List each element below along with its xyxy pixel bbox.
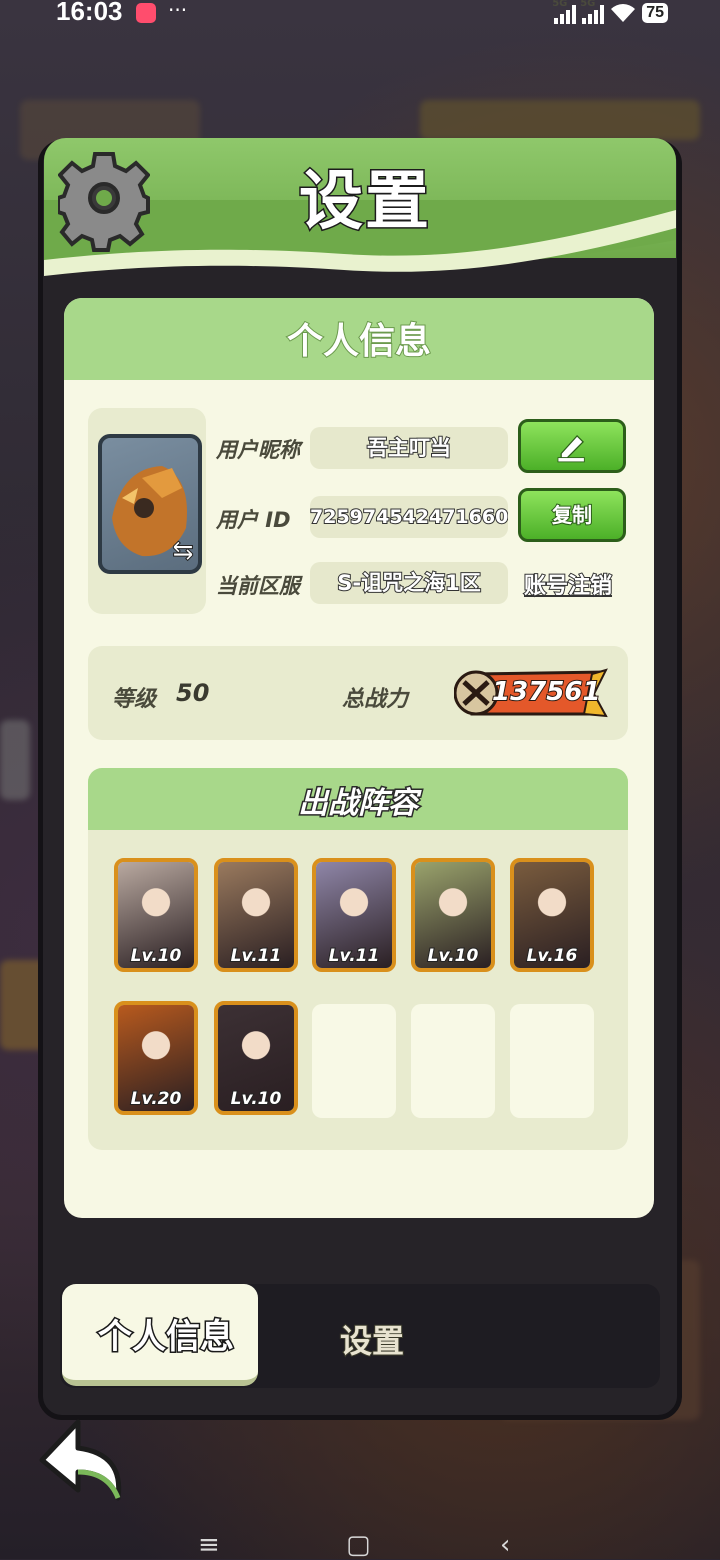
system-nav-bar: ≡ ▢ ‹ xyxy=(0,1530,720,1560)
nav-back-button[interactable]: ‹ xyxy=(500,1530,510,1560)
tab-personal-info-label: 个人信息 xyxy=(97,1316,236,1359)
status-bar: 16:03 ··· 5G 5G 75 xyxy=(0,0,720,30)
level-label: 等级 xyxy=(112,687,157,712)
nickname-field: 吾主叮当 xyxy=(310,427,508,469)
level-value: 50 xyxy=(176,679,210,707)
server-label: 当前区服 xyxy=(216,574,300,598)
hero-level: Lv.10 xyxy=(427,945,480,967)
hero-card[interactable]: Lv.10 xyxy=(411,858,495,972)
hero-level: Lv.11 xyxy=(230,945,283,967)
signal-icon: 5G xyxy=(552,0,577,24)
more-notifications: ··· xyxy=(168,0,188,22)
hero-level: Lv.11 xyxy=(328,945,381,967)
empty-hero-slot[interactable] xyxy=(312,1004,396,1118)
wifi-icon xyxy=(611,4,636,22)
uid-label: 用户 ID xyxy=(216,508,291,532)
hero-card[interactable]: Lv.16 xyxy=(510,858,594,972)
pencil-icon xyxy=(557,434,585,463)
battery-icon: 75 xyxy=(642,3,668,23)
power-value: 137561 xyxy=(491,676,602,708)
personal-info-panel: 个人信息 ⇆ 用户昵称 吾主叮当 用户 ID 72597454247166091… xyxy=(64,298,654,1218)
signal-icon: 5G xyxy=(580,0,605,24)
back-arrow-icon[interactable] xyxy=(38,1414,130,1506)
lineup-title: 出战阵容 xyxy=(297,785,420,823)
server-field: S-诅咒之海1区 xyxy=(310,562,508,604)
panel-title: 个人信息 xyxy=(286,320,432,363)
hero-card[interactable]: Lv.11 xyxy=(312,858,396,972)
hero-level: Lv.10 xyxy=(130,945,183,967)
hero-card[interactable]: Lv.11 xyxy=(214,858,298,972)
clock: 16:03 xyxy=(56,0,123,26)
nickname-label: 用户昵称 xyxy=(216,438,300,462)
hero-card[interactable]: Lv.10 xyxy=(114,858,198,972)
background-blur xyxy=(420,100,700,140)
background-blur xyxy=(0,720,30,800)
swap-avatar-icon[interactable]: ⇆ xyxy=(172,536,195,567)
hero-card[interactable]: Lv.10 xyxy=(214,1001,298,1115)
nav-menu-button[interactable]: ≡ xyxy=(198,1530,220,1560)
hero-level: Lv.16 xyxy=(526,945,579,967)
empty-hero-slot[interactable] xyxy=(411,1004,495,1118)
cancel-account-link[interactable]: 账号注销 xyxy=(523,568,613,600)
hero-card[interactable]: Lv.20 xyxy=(114,1001,198,1115)
nav-home-button[interactable]: ▢ xyxy=(346,1530,371,1560)
hero-level: Lv.20 xyxy=(130,1088,183,1110)
edit-nickname-button[interactable] xyxy=(518,419,626,473)
page-title: 设置 xyxy=(298,164,431,241)
tab-settings[interactable]: 设置 xyxy=(339,1316,405,1362)
gear-icon xyxy=(58,152,150,252)
hero-level: Lv.10 xyxy=(230,1088,283,1110)
uid-field: 72597454247166091 xyxy=(310,496,508,538)
copy-uid-button[interactable]: 复制 xyxy=(518,488,626,542)
power-label: 总战力 xyxy=(342,687,409,712)
calendar-icon xyxy=(136,3,156,23)
status-icons: 5G 5G 75 xyxy=(552,0,668,26)
empty-hero-slot[interactable] xyxy=(510,1004,594,1118)
